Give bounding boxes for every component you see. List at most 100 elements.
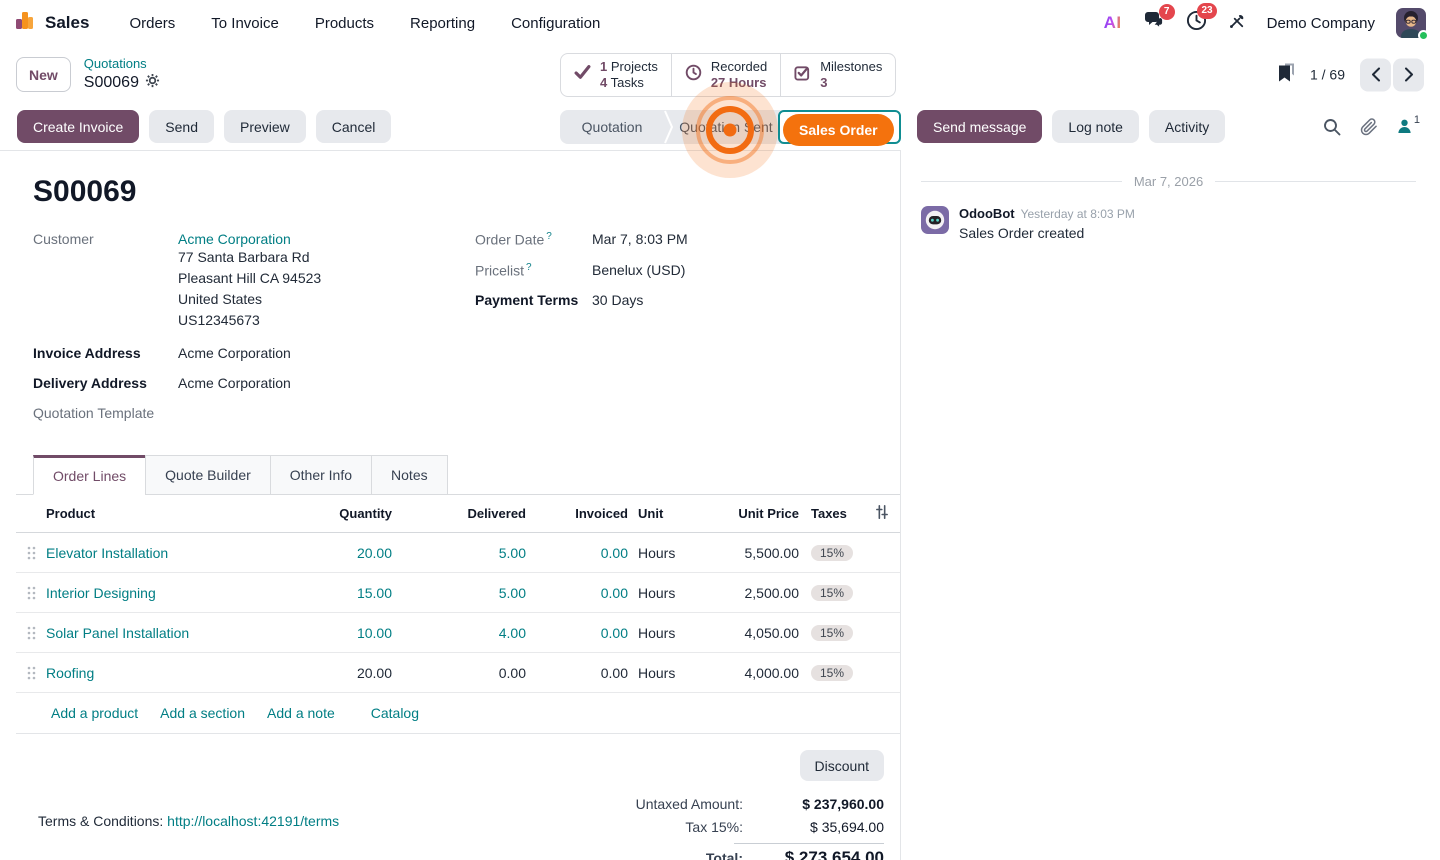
search-messages-icon[interactable] (1323, 118, 1341, 136)
add-product-link[interactable]: Add a product (51, 705, 138, 721)
order-date-label: Order Date? (475, 231, 592, 248)
catalog-link[interactable]: Catalog (371, 705, 419, 721)
pager-previous-button[interactable] (1360, 58, 1391, 91)
pager-next-button[interactable] (1393, 58, 1424, 91)
table-row[interactable]: Interior Designing 15.00 5.00 0.00 Hours… (16, 573, 901, 613)
quantity-cell[interactable]: 15.00 (330, 585, 392, 601)
product-cell[interactable]: Solar Panel Installation (46, 625, 330, 641)
stat-button-projects[interactable]: 1 Projects 4 Tasks (561, 54, 671, 96)
invoice-address-value[interactable]: Acme Corporation (178, 345, 291, 361)
activities-button[interactable]: 23 (1186, 10, 1207, 36)
table-row[interactable]: Roofing 20.00 0.00 0.00 Hours 4,000.00 1… (16, 653, 901, 693)
ai-assistant-icon[interactable]: AI (1104, 13, 1122, 33)
status-step-sales-order[interactable]: Sales Order (778, 110, 901, 144)
delivered-cell[interactable]: 5.00 (392, 545, 526, 561)
invoiced-cell[interactable]: 0.00 (526, 665, 628, 681)
unit-price-cell[interactable]: 4,000.00 (700, 665, 799, 681)
new-button[interactable]: New (16, 57, 71, 92)
status-step-quotation[interactable]: Quotation (560, 119, 664, 135)
tax-badge[interactable]: 15% (811, 665, 853, 681)
user-avatar[interactable] (1396, 8, 1426, 38)
delivered-cell[interactable]: 0.00 (392, 665, 526, 681)
unit-price-cell[interactable]: 2,500.00 (700, 585, 799, 601)
invoiced-cell[interactable]: 0.00 (526, 545, 628, 561)
chatter-message[interactable]: OdooBot Yesterday at 8:03 PM Sales Order… (921, 206, 1420, 241)
followers-count: 1 (1414, 114, 1420, 130)
customer-link[interactable]: Acme Corporation (178, 231, 291, 247)
tab-quote-builder[interactable]: Quote Builder (145, 455, 271, 495)
preview-button[interactable]: Preview (224, 110, 306, 143)
send-button[interactable]: Send (149, 110, 214, 143)
tab-order-lines[interactable]: Order Lines (33, 455, 146, 495)
breadcrumb-quotations[interactable]: Quotations (84, 57, 160, 71)
menu-to-invoice[interactable]: To Invoice (193, 0, 297, 46)
messages-button[interactable]: 7 (1143, 11, 1165, 35)
send-message-button[interactable]: Send message (917, 110, 1042, 143)
col-unit[interactable]: Unit (628, 506, 700, 521)
app-switcher[interactable]: Sales (14, 10, 89, 37)
add-note-link[interactable]: Add a note (267, 705, 335, 721)
pricelist-label: Pricelist? (475, 262, 592, 279)
product-cell[interactable]: Roofing (46, 665, 330, 681)
status-step-quotation-sent[interactable]: Quotation Sent (674, 119, 778, 135)
followers-button[interactable]: 1 (1397, 118, 1420, 134)
product-cell[interactable]: Interior Designing (46, 585, 330, 601)
payment-terms-value[interactable]: 30 Days (592, 292, 643, 308)
menu-orders[interactable]: Orders (111, 0, 193, 46)
drag-handle-icon[interactable] (16, 546, 46, 560)
company-switcher[interactable]: Demo Company (1267, 15, 1375, 32)
action-button-row: Create Invoice Send Preview Cancel Quota… (0, 103, 901, 150)
drag-handle-icon[interactable] (16, 666, 46, 680)
tax-badge[interactable]: 15% (811, 585, 853, 601)
delivery-address-value[interactable]: Acme Corporation (178, 375, 291, 391)
menu-products[interactable]: Products (297, 0, 392, 46)
delivered-cell[interactable]: 5.00 (392, 585, 526, 601)
stat-button-recorded-hours[interactable]: Recorded 27 Hours (671, 54, 780, 96)
discount-button[interactable]: Discount (800, 750, 884, 781)
drag-handle-icon[interactable] (16, 586, 46, 600)
col-taxes[interactable]: Taxes (799, 506, 862, 521)
col-product[interactable]: Product (46, 506, 330, 521)
delivered-cell[interactable]: 4.00 (392, 625, 526, 641)
quantity-cell[interactable]: 20.00 (330, 545, 392, 561)
col-delivered[interactable]: Delivered (392, 506, 526, 521)
quantity-cell[interactable]: 10.00 (330, 625, 392, 641)
col-quantity[interactable]: Quantity (330, 506, 392, 521)
table-row[interactable]: Solar Panel Installation 10.00 4.00 0.00… (16, 613, 901, 653)
add-section-link[interactable]: Add a section (160, 705, 245, 721)
product-cell[interactable]: Elevator Installation (46, 545, 330, 561)
create-invoice-button[interactable]: Create Invoice (17, 110, 139, 143)
gear-icon[interactable] (145, 73, 160, 93)
recorded-label: Recorded (711, 59, 767, 74)
tools-icon (1228, 12, 1246, 35)
control-panel: New Quotations S00069 (0, 46, 1440, 103)
cancel-button[interactable]: Cancel (316, 110, 392, 143)
drag-handle-icon[interactable] (16, 626, 46, 640)
menu-reporting[interactable]: Reporting (392, 0, 493, 46)
quantity-cell[interactable]: 20.00 (330, 665, 392, 681)
bookmark-icon[interactable] (1278, 62, 1295, 87)
log-note-button[interactable]: Log note (1052, 110, 1139, 143)
stat-button-milestones[interactable]: Milestones 3 (780, 54, 895, 96)
order-date-value[interactable]: Mar 7, 8:03 PM (592, 231, 688, 248)
terms-link[interactable]: http://localhost:42191/terms (167, 813, 339, 829)
invoiced-cell[interactable]: 0.00 (526, 585, 628, 601)
tab-notes[interactable]: Notes (371, 455, 448, 495)
tax-badge[interactable]: 15% (811, 625, 853, 641)
top-navbar: Sales Orders To Invoice Products Reporti… (0, 0, 1440, 46)
tab-other-info[interactable]: Other Info (270, 455, 372, 495)
unit-price-cell[interactable]: 5,500.00 (700, 545, 799, 561)
activity-button[interactable]: Activity (1149, 110, 1225, 143)
tax-badge[interactable]: 15% (811, 545, 853, 561)
col-invoiced[interactable]: Invoiced (526, 506, 628, 521)
pricelist-value[interactable]: Benelux (USD) (592, 262, 685, 279)
message-author[interactable]: OdooBot (959, 206, 1015, 221)
menu-configuration[interactable]: Configuration (493, 0, 618, 46)
col-unit-price[interactable]: Unit Price (700, 506, 799, 521)
unit-price-cell[interactable]: 4,050.00 (700, 625, 799, 641)
debug-tools-button[interactable] (1228, 12, 1246, 35)
table-row[interactable]: Elevator Installation 20.00 5.00 0.00 Ho… (16, 533, 901, 573)
optional-columns-icon[interactable] (862, 504, 901, 523)
invoiced-cell[interactable]: 0.00 (526, 625, 628, 641)
attachments-icon[interactable] (1360, 118, 1378, 136)
